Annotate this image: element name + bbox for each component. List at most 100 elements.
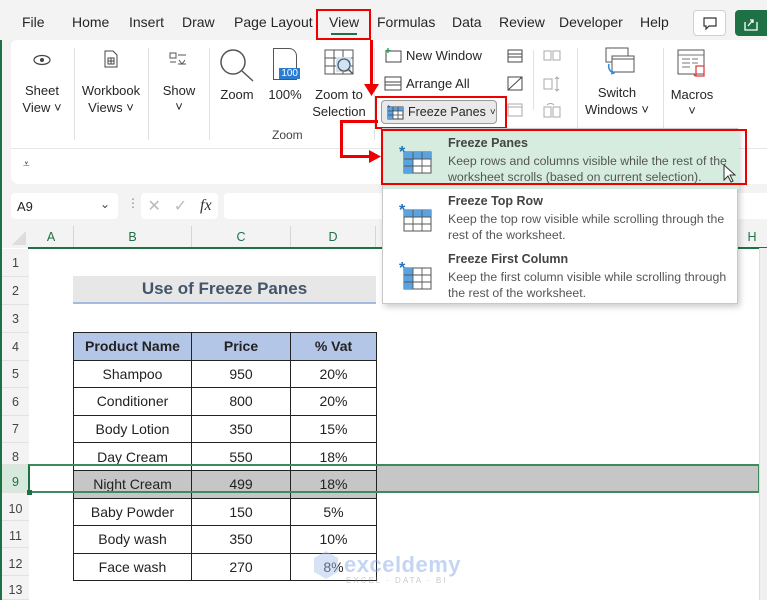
sheet-title-cell[interactable]: Use of Freeze Panes: [73, 276, 376, 304]
zoom-to-selection-icon: [324, 49, 354, 75]
cell-price[interactable]: 350: [191, 414, 291, 444]
arrange-all-button[interactable]: Arrange All: [384, 76, 470, 91]
magnifier-icon: [220, 49, 254, 82]
zoom-100-button[interactable]: 100 100%: [265, 46, 305, 106]
unhide-window-icon[interactable]: [507, 103, 523, 117]
freeze-panes-option-highlight: [381, 129, 747, 185]
insert-function-button[interactable]: fx: [200, 197, 212, 215]
table-row: Baby Powder 150 5%: [73, 497, 377, 527]
column-header-d[interactable]: D: [291, 226, 376, 248]
hide-window-icon[interactable]: [507, 76, 523, 91]
column-header-b[interactable]: B: [74, 226, 192, 248]
cell-product[interactable]: Body Lotion: [73, 414, 192, 444]
cell-price[interactable]: 800: [191, 387, 291, 416]
vertical-scrollbar[interactable]: [759, 248, 767, 600]
cell-price[interactable]: 950: [191, 359, 291, 389]
zoom-to-selection-button[interactable]: Zoom to Selection: [307, 46, 371, 119]
row-header-11[interactable]: 11: [2, 521, 29, 548]
new-window-button[interactable]: New Window: [384, 48, 482, 63]
reset-position-icon: [543, 102, 561, 118]
select-all-button[interactable]: [2, 226, 29, 248]
tab-data[interactable]: Data: [452, 14, 482, 30]
svg-text:*: *: [399, 260, 406, 277]
cell-price[interactable]: 150: [191, 497, 291, 527]
switch-windows-label: Switch Windows: [585, 85, 638, 117]
table-row: Shampoo 950 20%: [73, 359, 377, 389]
cell-vat[interactable]: 5%: [290, 497, 377, 527]
zoom-100-label: 100%: [268, 87, 302, 102]
row-header-5[interactable]: 5: [2, 361, 29, 388]
cell-vat[interactable]: 20%: [290, 359, 377, 389]
zoom-to-selection-label: Zoom to Selection: [312, 87, 366, 119]
column-header-h[interactable]: H: [744, 226, 760, 248]
cell-product[interactable]: Body wash: [73, 525, 192, 554]
cancel-icon[interactable]: ✕: [147, 196, 160, 216]
header-price[interactable]: Price: [191, 332, 291, 361]
product-table: Product Name Price % Vat Shampoo 950 20%…: [73, 332, 377, 582]
row-selection-border: [28, 464, 760, 493]
row-header-10[interactable]: 10: [2, 493, 29, 521]
workbook-views-button[interactable]: Workbook Views ˅: [79, 48, 143, 118]
sync-scroll-icon: [543, 76, 560, 92]
name-box[interactable]: A9 ⌄: [11, 193, 118, 219]
tab-formulas[interactable]: Formulas: [377, 14, 435, 30]
menu-item-freeze-first-column[interactable]: * Freeze First Column Keep the first col…: [383, 247, 739, 305]
header-vat[interactable]: % Vat: [290, 332, 377, 361]
row-header-13[interactable]: 13: [2, 576, 29, 600]
column-header-a[interactable]: A: [29, 226, 74, 248]
enter-icon[interactable]: ✓: [174, 196, 187, 216]
row-header-3[interactable]: 3: [2, 305, 29, 333]
customize-toolbar-icon[interactable]: ⩡: [23, 157, 30, 172]
tab-home[interactable]: Home: [72, 14, 109, 30]
row-header-8[interactable]: 8: [2, 443, 29, 465]
row-header-7[interactable]: 7: [2, 416, 29, 443]
tab-insert[interactable]: Insert: [129, 14, 164, 30]
row-header-4[interactable]: 4: [2, 333, 29, 361]
formula-bar-grip-icon[interactable]: ⋮: [127, 196, 139, 210]
row-header-9[interactable]: 9: [2, 465, 29, 493]
row-header-12[interactable]: 12: [2, 548, 29, 576]
sheet-view-button[interactable]: Sheet View ˅: [17, 48, 65, 118]
split-icon[interactable]: [507, 49, 523, 63]
cell-vat[interactable]: 15%: [290, 414, 377, 444]
tab-review[interactable]: Review: [499, 14, 545, 30]
row-header-2[interactable]: 2: [2, 277, 29, 305]
comments-button[interactable]: [693, 10, 726, 36]
annotation-arrow-2-bottom: [340, 155, 372, 158]
show-icon: [169, 52, 186, 65]
sheet-view-label: Sheet View: [22, 83, 59, 115]
cell-vat[interactable]: 20%: [290, 387, 377, 416]
macros-button[interactable]: Macros ˅: [667, 46, 717, 118]
cell-product[interactable]: Face wash: [73, 552, 192, 582]
cell-price[interactable]: 270: [191, 552, 291, 582]
tab-file[interactable]: File: [22, 14, 45, 30]
new-window-icon: [385, 48, 402, 63]
row-header-1[interactable]: 1: [2, 249, 29, 277]
tab-help[interactable]: Help: [640, 14, 669, 30]
name-box-chevron-icon[interactable]: ⌄: [100, 197, 110, 211]
zoom-button[interactable]: Zoom: [215, 46, 259, 106]
switch-windows-button[interactable]: Switch Windows ˅: [583, 46, 651, 118]
fill-handle[interactable]: [27, 490, 32, 495]
tab-developer[interactable]: Developer: [559, 14, 623, 30]
freeze-first-column-icon: *: [399, 260, 432, 290]
cell-product[interactable]: Shampoo: [73, 359, 192, 389]
annotation-arrow-2-top: [340, 120, 378, 123]
menu-bar: File Home Insert Draw Page Layout View F…: [0, 0, 767, 40]
cell-product[interactable]: Conditioner: [73, 387, 192, 416]
tab-page-layout[interactable]: Page Layout: [234, 14, 313, 30]
exceldemy-logo-icon: [314, 551, 338, 579]
show-button[interactable]: Show ˅: [155, 48, 203, 118]
menu-item-freeze-top-row[interactable]: * Freeze Top Row Keep the top row visibl…: [383, 189, 739, 247]
tab-draw[interactable]: Draw: [182, 14, 215, 30]
row-header-6[interactable]: 6: [2, 388, 29, 416]
cell-price[interactable]: 350: [191, 525, 291, 554]
cell-product[interactable]: Baby Powder: [73, 497, 192, 527]
column-header-c[interactable]: C: [192, 226, 291, 248]
header-product-name[interactable]: Product Name: [73, 332, 192, 361]
show-chevron-icon: ˅: [175, 99, 183, 114]
show-label: Show: [162, 83, 196, 98]
table-header-row: Product Name Price % Vat: [73, 332, 377, 361]
arrange-all-label: Arrange All: [406, 76, 470, 91]
share-button[interactable]: [735, 10, 767, 36]
